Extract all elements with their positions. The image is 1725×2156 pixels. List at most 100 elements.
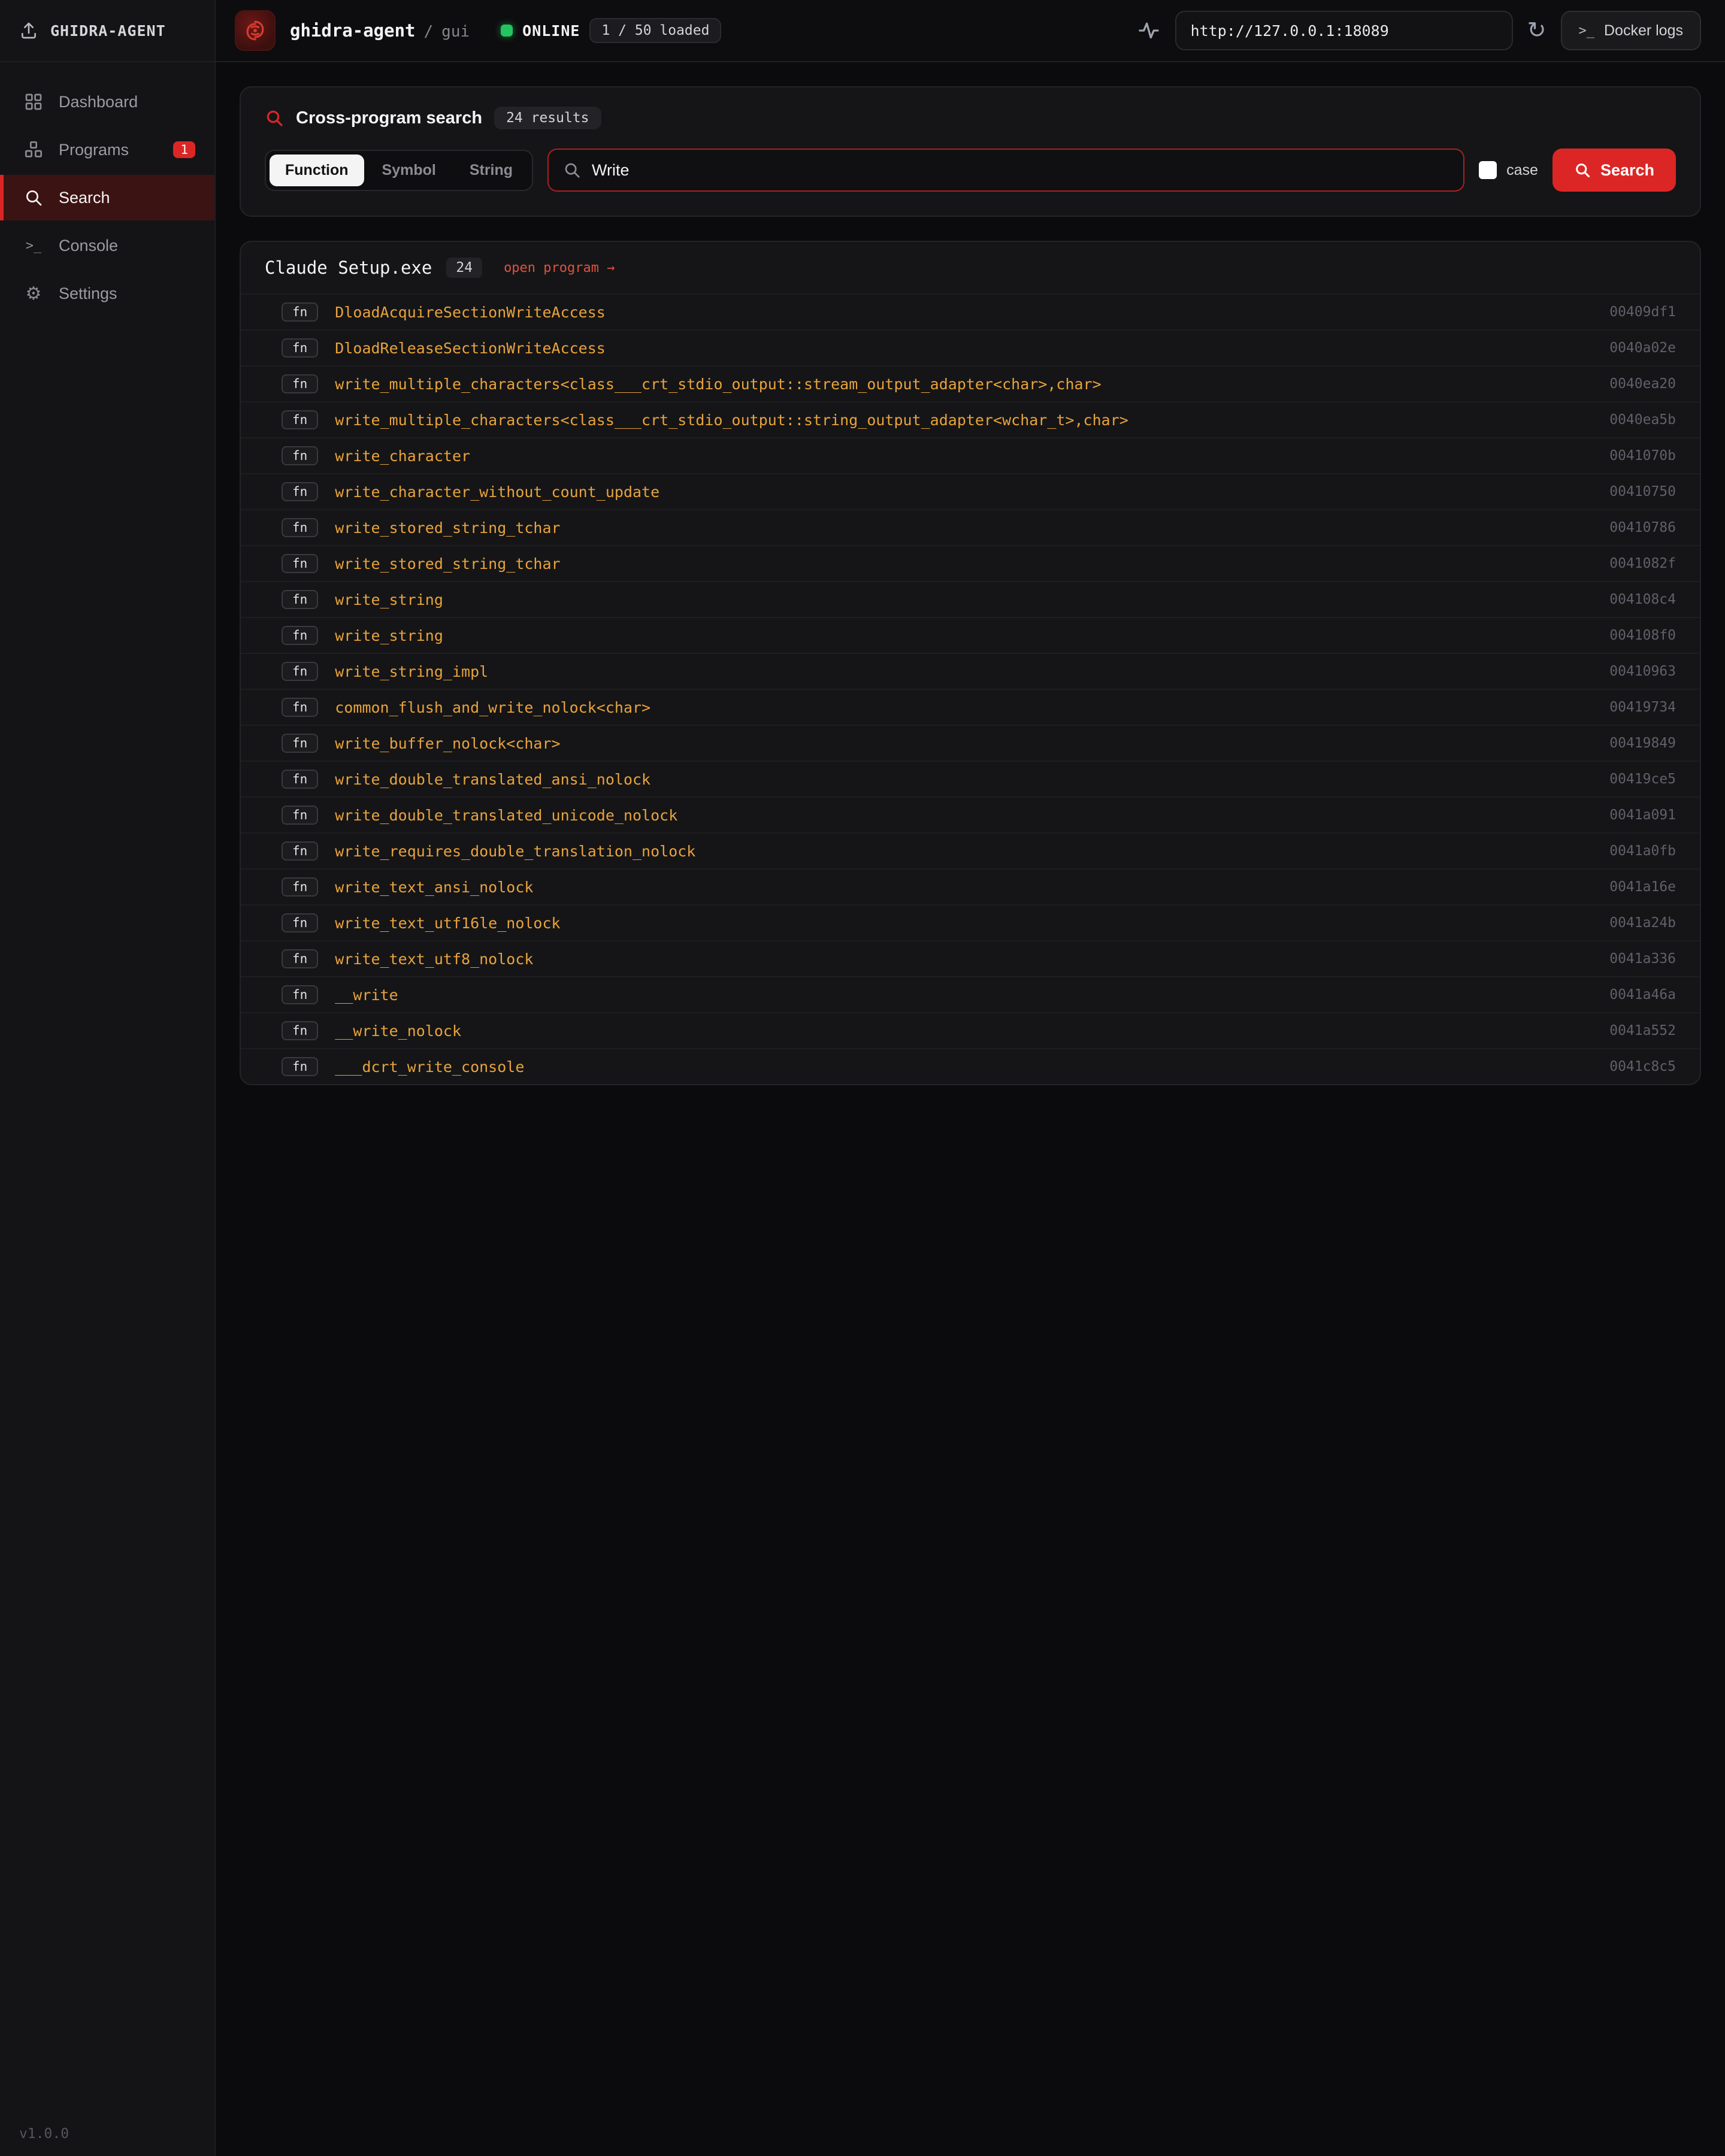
- result-row[interactable]: fn write_multiple_characters<class___crt…: [241, 401, 1700, 437]
- result-row[interactable]: fn write_string_impl 00410963: [241, 653, 1700, 689]
- search-button-label: Search: [1600, 161, 1654, 180]
- function-name-link[interactable]: write_stored_string_tchar: [335, 519, 560, 537]
- open-program-link[interactable]: open program →: [504, 261, 615, 275]
- result-row[interactable]: fn write_buffer_nolock<char> 00419849: [241, 725, 1700, 761]
- fn-badge: fn: [282, 626, 318, 645]
- function-name-link[interactable]: write_multiple_characters<class___crt_st…: [335, 376, 1101, 393]
- result-row[interactable]: fn write_multiple_characters<class___crt…: [241, 365, 1700, 401]
- terminal-icon: >_: [1579, 23, 1595, 38]
- function-address: 0041a46a: [1609, 987, 1676, 1003]
- search-button[interactable]: Search: [1552, 149, 1676, 192]
- function-name-link[interactable]: __write: [335, 986, 398, 1004]
- function-name-link[interactable]: write_double_translated_unicode_nolock: [335, 807, 677, 824]
- result-row[interactable]: fn DloadAcquireSectionWriteAccess 00409d…: [241, 293, 1700, 329]
- sidebar-item-programs[interactable]: Programs 1: [0, 127, 214, 172]
- function-name-link[interactable]: __write_nolock: [335, 1022, 461, 1040]
- app-root: GHIDRA-AGENT Dashboard: [0, 0, 1725, 2156]
- function-name-link[interactable]: write_text_ansi_nolock: [335, 879, 533, 896]
- sidebar-nav: Dashboard Programs 1: [0, 62, 214, 316]
- result-row[interactable]: fn write_character_without_count_update …: [241, 473, 1700, 509]
- function-name-link[interactable]: write_string: [335, 591, 443, 608]
- fn-badge: fn: [282, 662, 318, 681]
- result-row[interactable]: fn write_character 0041070b: [241, 437, 1700, 473]
- function-address: 0040ea20: [1609, 376, 1676, 392]
- function-name-link[interactable]: write_string_impl: [335, 663, 488, 680]
- programs-count-badge: 1: [173, 141, 195, 158]
- function-name-link[interactable]: write_character_without_count_update: [335, 483, 659, 501]
- result-row[interactable]: fn write_text_utf16le_nolock 0041a24b: [241, 904, 1700, 940]
- tab-symbol[interactable]: Symbol: [367, 155, 452, 186]
- results-count-badge: 24 results: [494, 107, 601, 129]
- function-name-link[interactable]: common_flush_and_write_nolock<char>: [335, 699, 650, 716]
- function-name-link[interactable]: write_text_utf16le_nolock: [335, 915, 560, 932]
- refresh-button[interactable]: ↻: [1527, 19, 1547, 42]
- result-row[interactable]: fn write_string 004108c4: [241, 581, 1700, 617]
- function-name-link[interactable]: DloadAcquireSectionWriteAccess: [335, 304, 606, 321]
- result-row[interactable]: fn write_requires_double_translation_nol…: [241, 832, 1700, 868]
- result-row[interactable]: fn ___dcrt_write_console 0041c8c5: [241, 1048, 1700, 1084]
- result-row[interactable]: fn write_double_translated_ansi_nolock 0…: [241, 761, 1700, 797]
- server-url-input[interactable]: [1175, 11, 1513, 50]
- function-name-link[interactable]: write_stored_string_tchar: [335, 555, 560, 573]
- breadcrumb-app: ghidra-agent: [290, 20, 416, 41]
- result-row[interactable]: fn write_text_ansi_nolock 0041a16e: [241, 868, 1700, 904]
- search-controls: FunctionSymbolString case: [265, 149, 1676, 192]
- function-name-link[interactable]: write_double_translated_ansi_nolock: [335, 771, 650, 788]
- search-card-title: Cross-program search: [296, 108, 482, 128]
- function-address: 00419734: [1609, 700, 1676, 715]
- sidebar-item-console[interactable]: >_ Console: [0, 223, 214, 268]
- function-name-link[interactable]: write_multiple_characters<class___crt_st…: [335, 411, 1128, 429]
- docker-logs-button[interactable]: >_ Docker logs: [1561, 11, 1702, 50]
- sidebar-item-dashboard[interactable]: Dashboard: [0, 79, 214, 125]
- app-title: GHIDRA-AGENT: [50, 22, 166, 40]
- app-logo: [235, 10, 276, 51]
- fn-badge: fn: [282, 518, 318, 537]
- result-row[interactable]: fn write_double_translated_unicode_noloc…: [241, 797, 1700, 832]
- function-address: 0041a091: [1609, 807, 1676, 823]
- function-address: 0041a24b: [1609, 915, 1676, 931]
- content-column: ghidra-agent / gui ONLINE 1 / 50 loaded …: [216, 0, 1725, 2156]
- result-row[interactable]: fn write_string 004108f0: [241, 617, 1700, 653]
- result-row[interactable]: fn write_stored_string_tchar 0041082f: [241, 545, 1700, 581]
- case-checkbox[interactable]: [1479, 161, 1497, 179]
- function-address: 00409df1: [1609, 304, 1676, 320]
- result-row[interactable]: fn write_stored_string_tchar 00410786: [241, 509, 1700, 545]
- function-address: 00419ce5: [1609, 771, 1676, 787]
- result-row[interactable]: fn write_text_utf8_nolock 0041a336: [241, 940, 1700, 976]
- result-row[interactable]: fn common_flush_and_write_nolock<char> 0…: [241, 689, 1700, 725]
- topbar-right: ↻ >_ Docker logs: [1137, 11, 1701, 50]
- gear-icon: ⚙: [23, 283, 44, 304]
- fn-badge: fn: [282, 806, 318, 825]
- dashboard-icon: [23, 92, 44, 111]
- terminal-icon: >_: [23, 238, 44, 253]
- search-icon: [265, 108, 284, 128]
- result-row[interactable]: fn DloadReleaseSectionWriteAccess 0040a0…: [241, 329, 1700, 365]
- search-icon: [563, 161, 581, 179]
- fn-badge: fn: [282, 374, 318, 393]
- sidebar-item-search[interactable]: Search: [0, 175, 214, 220]
- search-card: Cross-program search 24 results Function…: [240, 86, 1701, 217]
- online-dot-icon: [501, 25, 513, 37]
- result-row[interactable]: fn __write 0041a46a: [241, 976, 1700, 1012]
- boxes-icon: [23, 140, 44, 159]
- fn-badge: fn: [282, 877, 318, 897]
- fn-badge: fn: [282, 985, 318, 1004]
- function-name-link[interactable]: write_requires_double_translation_nolock: [335, 843, 695, 860]
- fn-badge: fn: [282, 410, 318, 429]
- fn-badge: fn: [282, 770, 318, 789]
- function-address: 0040a02e: [1609, 340, 1676, 356]
- function-address: 004108f0: [1609, 628, 1676, 643]
- sidebar-item-label: Programs: [59, 141, 129, 159]
- function-name-link[interactable]: write_character: [335, 447, 470, 465]
- function-name-link[interactable]: write_buffer_nolock<char>: [335, 735, 560, 752]
- sidebar-item-settings[interactable]: ⚙ Settings: [0, 271, 214, 316]
- tab-string[interactable]: String: [454, 155, 528, 186]
- function-name-link[interactable]: write_text_utf8_nolock: [335, 950, 533, 968]
- tab-function[interactable]: Function: [270, 155, 364, 186]
- search-query-input[interactable]: [592, 161, 1449, 180]
- function-name-link[interactable]: write_string: [335, 627, 443, 644]
- result-row[interactable]: fn __write_nolock 0041a552: [241, 1012, 1700, 1048]
- search-tabs: FunctionSymbolString: [265, 150, 533, 191]
- function-name-link[interactable]: DloadReleaseSectionWriteAccess: [335, 340, 606, 357]
- function-name-link[interactable]: ___dcrt_write_console: [335, 1058, 524, 1076]
